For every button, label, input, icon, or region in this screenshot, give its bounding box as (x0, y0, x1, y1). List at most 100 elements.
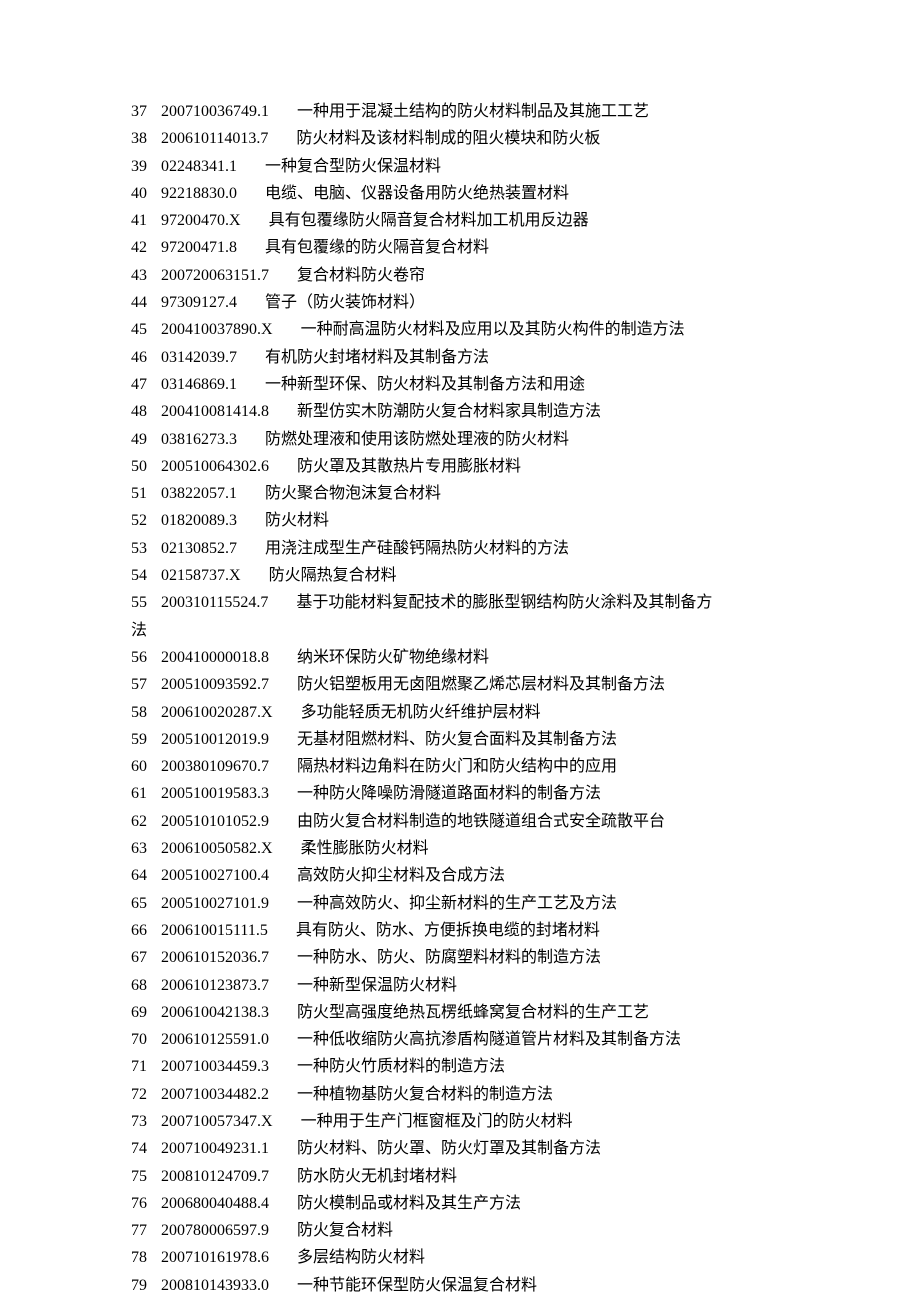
patent-title: 一种低收缩防火高抗渗盾构隧道管片材料及其制备方法 (297, 1031, 681, 1048)
patent-row: 4297200471.8具有包覆缘的防火隔音复合材料 (131, 234, 860, 261)
patent-number: 200810143933.0 (161, 1277, 269, 1294)
patent-number: 92218830.0 (161, 185, 237, 202)
patent-number: 02158737.X (161, 567, 241, 584)
patent-row: 5302130852.7用浇注成型生产硅酸钙隔热防火材料的方法 (131, 535, 860, 562)
row-number: 37 (131, 103, 147, 120)
row-number: 79 (131, 1277, 147, 1294)
patent-number: 03816273.3 (161, 431, 237, 448)
patent-number: 200720063151.7 (161, 267, 269, 284)
patent-row: 4497309127.4管子（防火装饰材料） (131, 289, 860, 316)
patent-title: 高效防火抑尘材料及合成方法 (297, 867, 505, 884)
patent-title: 防燃处理液和使用该防燃处理液的防火材料 (265, 431, 569, 448)
patent-row: 56 200410000018.8 纳米环保防火矿物绝缘材料 (131, 644, 860, 671)
patent-title: 防火隔热复合材料 (269, 567, 397, 584)
row-number: 62 (131, 813, 147, 830)
row-number: 75 (131, 1168, 147, 1185)
row-number: 66 (131, 922, 147, 939)
row-number: 53 (131, 540, 147, 557)
patent-row: 4197200470.X具有包覆缘防火隔音复合材料加工机用反边器 (131, 207, 860, 234)
patent-title-continuation: 法 (131, 617, 860, 644)
row-number: 67 (131, 949, 147, 966)
row-number: 56 (131, 649, 147, 666)
patent-number: 200510093592.7 (161, 676, 269, 693)
row-number: 55 (131, 594, 147, 611)
row-number: 50 (131, 458, 147, 475)
patent-number: 200410081414.8 (161, 403, 269, 420)
patent-title: 一种耐高温防火材料及应用以及其防火构件的制造方法 (301, 321, 685, 338)
row-number: 65 (131, 895, 147, 912)
patent-row: 70200610125591.0一种低收缩防火高抗渗盾构隧道管片材料及其制备方法 (131, 1026, 860, 1053)
row-number: 63 (131, 840, 147, 857)
patent-number: 200510027100.4 (161, 867, 269, 884)
patent-row: 77200780006597.9防火复合材料 (131, 1217, 860, 1244)
patent-number: 200510027101.9 (161, 895, 269, 912)
patent-title: 一种复合型防火保温材料 (265, 158, 441, 175)
patent-number: 97200470.X (161, 212, 241, 229)
patent-title: 新型仿实木防潮防火复合材料家具制造方法 (297, 403, 601, 420)
patent-title: 防火型高强度绝热瓦楞纸蜂窝复合材料的生产工艺 (297, 1004, 649, 1021)
patent-row: 4703146869.1一种新型环保、防火材料及其制备方法和用途 (131, 371, 860, 398)
patent-number: 03146869.1 (161, 376, 237, 393)
patent-title: 管子（防火装饰材料） (265, 294, 425, 311)
patent-number: 200710034482.2 (161, 1086, 269, 1103)
patent-title: 一种植物基防火复合材料的制造方法 (297, 1086, 553, 1103)
row-number: 74 (131, 1140, 147, 1157)
patent-title: 复合材料防火卷帘 (297, 267, 425, 284)
patent-title: 防火材料、防火罩、防火灯罩及其制备方法 (297, 1140, 601, 1157)
row-number: 42 (131, 239, 147, 256)
patent-row: 63200610050582.X柔性膨胀防火材料 (131, 835, 860, 862)
patent-number: 200610015111.5 (161, 922, 268, 939)
patent-title: 隔热材料边角料在防火门和防火结构中的应用 (297, 758, 617, 775)
patent-row: 57200510093592.7防火铝塑板用无卤阻燃聚乙烯芯层材料及其制备方法 (131, 671, 860, 698)
patent-title: 防火聚合物泡沫复合材料 (265, 485, 441, 502)
patent-title: 一种防火降噪防滑隧道路面材料的制备方法 (297, 785, 601, 802)
patent-row: 43 200720063151.7 复合材料防火卷帘 (131, 262, 860, 289)
patent-row: 60200380109670.7隔热材料边角料在防火门和防火结构中的应用 (131, 753, 860, 780)
patent-number: 200780006597.9 (161, 1222, 269, 1239)
patent-row: 58200610020287.X多功能轻质无机防火纤维护层材料 (131, 699, 860, 726)
patent-row: 79 200810143933.0 一种节能环保型防火保温复合材料 (131, 1272, 860, 1299)
patent-number: 200410000018.8 (161, 649, 269, 666)
row-number: 49 (131, 431, 147, 448)
patent-title: 一种高效防火、抑尘新材料的生产工艺及方法 (297, 895, 617, 912)
patent-title: 一种节能环保型防火保温复合材料 (297, 1277, 537, 1294)
patent-title: 由防火复合材料制造的地铁隧道组合式安全疏散平台 (297, 813, 665, 830)
patent-number: 200610050582.X (161, 840, 273, 857)
patent-row: 67200610152036.7一种防水、防火、防腐塑料材料的制造方法 (131, 944, 860, 971)
patent-row: 59200510012019.9无基材阻燃材料、防火复合面料及其制备方法 (131, 726, 860, 753)
patent-number: 200610114013.7 (161, 130, 268, 147)
row-number: 73 (131, 1113, 147, 1130)
patent-row: 62 200510101052.9 由防火复合材料制造的地铁隧道组合式安全疏散平台 (131, 808, 860, 835)
row-number: 52 (131, 512, 147, 529)
patent-title: 用浇注成型生产硅酸钙隔热防火材料的方法 (265, 540, 569, 557)
row-number: 59 (131, 731, 147, 748)
patent-number: 200710049231.1 (161, 1140, 269, 1157)
patent-row: 73200710057347.X一种用于生产门框窗框及门的防火材料 (131, 1108, 860, 1135)
row-number: 70 (131, 1031, 147, 1048)
row-number: 48 (131, 403, 147, 420)
patent-number: 200310115524.7 (161, 594, 268, 611)
patent-number: 200510101052.9 (161, 813, 269, 830)
patent-title: 防水防火无机封堵材料 (297, 1168, 457, 1185)
patent-title: 纳米环保防火矿物绝缘材料 (297, 649, 489, 666)
patent-title: 一种用于混凝土结构的防火材料制品及其施工工艺 (297, 103, 649, 120)
patent-number: 97200471.8 (161, 239, 237, 256)
patent-number: 200710036749.1 (161, 103, 269, 120)
patent-row: 5201820089.3防火材料 (131, 507, 860, 534)
patent-number: 200410037890.X (161, 321, 273, 338)
patent-row: 78200710161978.6多层结构防火材料 (131, 1244, 860, 1271)
patent-title: 防火复合材料 (297, 1222, 393, 1239)
patent-title: 多层结构防火材料 (297, 1249, 425, 1266)
patent-number: 200810124709.7 (161, 1168, 269, 1185)
patent-title: 具有包覆缘防火隔音复合材料加工机用反边器 (269, 212, 589, 229)
patent-number: 200710161978.6 (161, 1249, 269, 1266)
patent-title: 一种用于生产门框窗框及门的防火材料 (301, 1113, 573, 1130)
patent-row: 49 03816273.3 防燃处理液和使用该防燃处理液的防火材料 (131, 426, 860, 453)
patent-number: 200510012019.9 (161, 731, 269, 748)
patent-title: 具有防火、防水、方便拆换电缆的封堵材料 (296, 922, 600, 939)
patent-number: 03142039.7 (161, 349, 237, 366)
patent-title: 防火模制品或材料及其生产方法 (297, 1195, 521, 1212)
patent-title: 多功能轻质无机防火纤维护层材料 (301, 704, 541, 721)
row-number: 71 (131, 1058, 147, 1075)
row-number: 43 (131, 267, 147, 284)
